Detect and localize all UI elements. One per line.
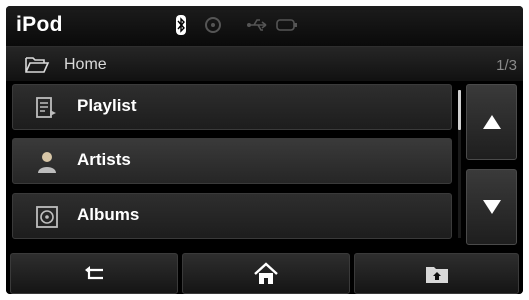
page-counter: 1/3 <box>496 57 517 74</box>
list-item-label: Artists <box>77 150 131 169</box>
folder-open-icon <box>24 55 50 80</box>
back-icon <box>83 264 107 289</box>
arrow-down-icon <box>482 199 502 220</box>
usb-icon <box>246 17 270 38</box>
playlist-icon <box>35 96 59 120</box>
list-item-label: Playlist <box>77 96 137 115</box>
status-bar: iPod <box>6 6 523 47</box>
ipod-screen: iPod Home 1/3 Playlist Artists Albums <box>6 6 523 294</box>
home-icon <box>253 262 279 291</box>
scrollbar-thumb[interactable] <box>458 90 461 130</box>
bluetooth-icon <box>174 14 188 41</box>
battery-icon <box>276 18 298 37</box>
path-bar: Home 1/3 <box>6 47 523 81</box>
list-item-albums[interactable]: Albums <box>12 193 452 239</box>
disc-icon <box>204 16 222 39</box>
bottom-toolbar <box>6 253 523 294</box>
app-title: iPod <box>16 13 63 36</box>
path-label: Home <box>64 56 107 73</box>
folder-up-icon <box>425 264 449 289</box>
back-button[interactable] <box>10 253 178 294</box>
album-icon <box>35 205 59 229</box>
scrollbar[interactable] <box>458 90 461 238</box>
arrow-up-icon <box>482 114 502 135</box>
list-item-artists[interactable]: Artists <box>12 138 452 184</box>
artist-icon <box>35 150 59 174</box>
folder-up-button[interactable] <box>354 253 519 294</box>
scroll-up-button[interactable] <box>466 84 517 160</box>
list-item-label: Albums <box>77 205 140 224</box>
scroll-down-button[interactable] <box>466 169 517 245</box>
list-item-playlist[interactable]: Playlist <box>12 84 452 130</box>
home-button[interactable] <box>182 253 350 294</box>
